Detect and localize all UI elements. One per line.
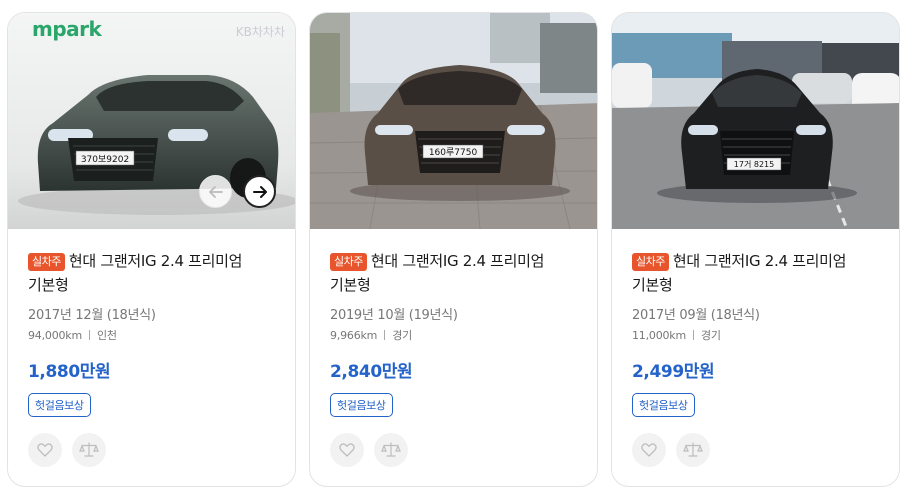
listing-title[interactable]: 실차주 현대 그랜저IG 2.4 프리미엄 — [330, 249, 583, 273]
compare-button[interactable] — [374, 433, 408, 467]
listing-card-1[interactable]: 370보9202 mpark KB차차차 Copyright ⓒ 엠파크 실차주… — [7, 12, 296, 487]
price: 1,880만원 — [28, 362, 111, 382]
prev-photo-button[interactable] — [199, 175, 232, 208]
price: 2,840만원 — [330, 362, 413, 382]
arrow-left-icon — [208, 185, 223, 198]
scale-icon — [79, 442, 99, 457]
model-year: 2017년 12월 (18년식) — [28, 308, 156, 323]
listing-meta: 94,000km 인천 — [28, 327, 281, 343]
listing-card-3[interactable]: 17거 8215 실차주 현대 그랜저IG 2.4 프리미엄 기본형 2017년 … — [611, 12, 900, 487]
license-plate: 370보9202 — [81, 154, 129, 165]
favorite-button[interactable] — [330, 433, 364, 467]
heart-icon — [37, 443, 53, 457]
title-line-2: 기본형 — [632, 276, 673, 294]
model-year: 2017년 09월 (18년식) — [632, 308, 760, 323]
mileage: 9,966km — [330, 329, 378, 342]
photo-copyright: Copyright ⓒ 엠파크 — [14, 214, 70, 221]
region: 경기 — [392, 329, 413, 342]
car-photo[interactable]: 160루7750 — [310, 13, 597, 229]
listing-meta: 9,966km 경기 — [330, 327, 583, 343]
car-image-2: 160루7750 — [310, 13, 597, 229]
wasted-trip-compensation-tag: 헛걸음보상 — [28, 393, 91, 417]
heart-icon — [339, 443, 355, 457]
car-photo[interactable]: 17거 8215 — [612, 13, 899, 229]
license-plate: 160루7750 — [429, 147, 478, 158]
car-photo[interactable]: 370보9202 mpark KB차차차 Copyright ⓒ 엠파크 — [8, 13, 295, 229]
title-line-2: 기본형 — [330, 276, 371, 294]
listing-title[interactable]: 실차주 현대 그랜저IG 2.4 프리미엄 — [28, 249, 281, 273]
meta-divider — [384, 330, 386, 340]
listing-meta: 11,000km 경기 — [632, 327, 885, 343]
region: 경기 — [700, 329, 721, 342]
kbchachacha-watermark: KB차차차 — [235, 25, 285, 39]
compare-button[interactable] — [72, 433, 106, 467]
owner-badge: 실차주 — [330, 253, 367, 271]
listing-card-2[interactable]: 160루7750 실차주 현대 그랜저IG 2.4 프리미엄 기본형 2019년 … — [309, 12, 598, 487]
title-line-2: 기본형 — [28, 276, 69, 294]
region: 인천 — [96, 329, 117, 342]
mileage: 94,000km — [28, 329, 82, 342]
wasted-trip-compensation-tag: 헛걸음보상 — [330, 393, 393, 417]
title-line-1: 현대 그랜저IG 2.4 프리미엄 — [672, 252, 847, 270]
owner-badge: 실차주 — [632, 253, 669, 271]
owner-badge: 실차주 — [28, 253, 65, 271]
scale-icon — [381, 442, 401, 457]
favorite-button[interactable] — [632, 433, 666, 467]
mpark-logo: mpark — [32, 17, 102, 41]
heart-icon — [641, 443, 657, 457]
title-line-1: 현대 그랜저IG 2.4 프리미엄 — [68, 252, 243, 270]
next-photo-button[interactable] — [243, 175, 276, 208]
meta-divider — [692, 330, 694, 340]
listing-title[interactable]: 실차주 현대 그랜저IG 2.4 프리미엄 — [632, 249, 885, 273]
favorite-button[interactable] — [28, 433, 62, 467]
license-plate: 17거 8215 — [734, 160, 774, 169]
meta-divider — [88, 330, 90, 340]
wasted-trip-compensation-tag: 헛걸음보상 — [632, 393, 695, 417]
car-image-3: 17거 8215 — [612, 13, 899, 229]
arrow-right-icon — [252, 185, 267, 198]
model-year: 2019년 10월 (19년식) — [330, 308, 458, 323]
compare-button[interactable] — [676, 433, 710, 467]
price: 2,499만원 — [632, 362, 715, 382]
title-line-1: 현대 그랜저IG 2.4 프리미엄 — [370, 252, 545, 270]
mileage: 11,000km — [632, 329, 686, 342]
scale-icon — [683, 442, 703, 457]
